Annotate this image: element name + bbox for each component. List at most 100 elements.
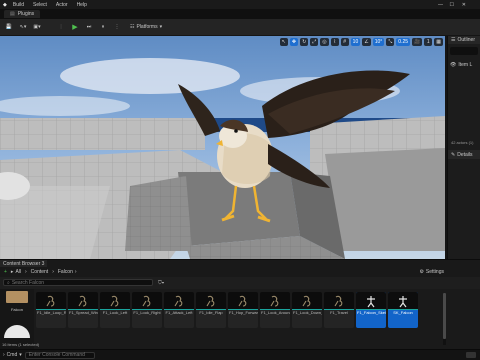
scale-icon[interactable]: ⤢ (310, 38, 319, 46)
details-icon: ✎ (451, 151, 456, 158)
grid-snap-value[interactable]: 10 (350, 38, 361, 46)
platforms-button[interactable]: ☷ Platforms ▾ (130, 22, 162, 32)
play-icon[interactable]: ▶ (70, 22, 80, 32)
select-icon[interactable]: ↖ (279, 38, 288, 46)
move-icon[interactable]: ✥ (289, 38, 299, 46)
pause-icon[interactable]: ⏸ (98, 22, 108, 32)
visibility-icon[interactable]: 👁 (450, 62, 456, 68)
window-minimize-icon[interactable]: — (438, 2, 443, 8)
outliner-icon: ☰ (451, 37, 456, 43)
asset-label: SK_Falcon (393, 310, 413, 315)
layout-icon[interactable]: ▦ (434, 38, 443, 46)
content-add-button[interactable]: ▣▾ (32, 22, 42, 32)
menu-help[interactable]: Help (77, 2, 87, 8)
asset-label: F1_Falcon_Skel (357, 310, 386, 315)
stop-icon[interactable]: ⋮ (112, 22, 122, 32)
content-browser-tab[interactable]: Content Browser 3 (0, 260, 48, 267)
asset-tile[interactable]: F1_Attack_Left (164, 292, 194, 328)
tab-plugins[interactable]: ▤ Plugins (4, 10, 41, 18)
outliner-item-label: Item L (458, 61, 473, 68)
scrollbar-thumb[interactable] (443, 293, 446, 339)
platforms-label: Platforms (136, 24, 158, 30)
outliner-search[interactable] (450, 47, 478, 55)
camera-speed-icon[interactable]: 🎥 (412, 38, 423, 46)
skeleton-thumbnail-icon (356, 292, 386, 309)
animation-thumbnail-icon (324, 292, 354, 309)
animation-thumbnail-icon (196, 292, 226, 309)
window-maximize-icon[interactable]: ☐ (450, 2, 454, 8)
menu-select[interactable]: Select (33, 2, 47, 8)
asset-label: F1_Look_Around_Random (261, 310, 290, 315)
viewport-scene (0, 36, 445, 259)
asset-tile[interactable]: F1_Falcon_Skel (356, 292, 386, 328)
menu-bar: ◆ Build Select Actor Help — ☐ ✕ (0, 0, 480, 9)
tab-label: Plugins (17, 11, 35, 17)
details-tab[interactable]: ✎ Details (448, 150, 480, 159)
asset-tile[interactable]: F1_Travel (324, 292, 354, 328)
animation-thumbnail-icon (100, 292, 130, 309)
animation-thumbnail-icon (260, 292, 290, 309)
vertical-scrollbar[interactable] (443, 293, 446, 345)
asset-tile[interactable]: F1_Idle_Flap (196, 292, 226, 328)
asset-tile[interactable]: F1_Look_Around_Random (260, 292, 290, 328)
breadcrumb-all[interactable]: All (15, 269, 21, 275)
breadcrumb-content[interactable]: Content (31, 269, 49, 275)
world-icon[interactable]: ◎ (320, 38, 329, 46)
menu-actor[interactable]: Actor (56, 2, 68, 8)
main-toolbar: 💾 ⇖▾ ▣▾ | ▶ ⏭ ⏸ ⋮ ☷ Platforms ▾ (0, 19, 480, 35)
search-icon: ⌕ (7, 279, 10, 286)
asset-tile[interactable]: F1_Idle_Loop_Random1 (36, 292, 66, 328)
level-viewport[interactable]: ↖ ✥ ↻ ⤢ ◎ ⌇ # 10 ∠ 10° ⤡ 0.25 🎥 1 ▦ (0, 36, 445, 259)
outliner-header: ☰ Outliner (448, 36, 480, 44)
source-control-icon[interactable] (466, 352, 476, 358)
console-input[interactable]: Enter Console Command (24, 351, 95, 359)
rotate-snap-icon[interactable]: ∠ (362, 38, 371, 46)
rotate-snap-value[interactable]: 10° (372, 38, 385, 46)
asset-tile[interactable]: F1_Look_Down_Random (292, 292, 322, 328)
animation-thumbnail-icon (228, 292, 258, 309)
cmd-dropdown[interactable]: › Cmd ▾ (3, 352, 22, 358)
scale-snap-icon[interactable]: ⤡ (386, 38, 395, 46)
save-icon[interactable]: 💾 (4, 22, 14, 32)
outliner-item[interactable]: 👁 Item L (448, 61, 480, 68)
asset-label: F1_Travel (330, 310, 348, 315)
asset-label: F1_Idle_Flap (199, 310, 223, 315)
platforms-icon: ☷ (130, 24, 135, 30)
animation-thumbnail-icon (68, 292, 98, 309)
asset-grid: F1_Idle_Loop_Random1F1_Spread_Wings_Loop… (36, 292, 420, 328)
asset-tile[interactable]: F1_Look_Right (132, 292, 162, 328)
content-browser-body: Falcon F1_Idle_Loop_Random1F1_Spread_Win… (0, 289, 480, 349)
asset-tile[interactable]: F1_Look_Left (100, 292, 130, 328)
scale-snap-value[interactable]: 0.25 (396, 38, 411, 46)
settings-button[interactable]: ⚙ Settings (419, 269, 444, 275)
sources-panel: Falcon (0, 289, 34, 349)
filter-icon[interactable]: ⛉▾ (158, 280, 164, 286)
rotate-icon[interactable]: ↻ (300, 38, 309, 46)
animation-thumbnail-icon (132, 292, 162, 309)
menu-build[interactable]: Build (13, 2, 24, 8)
asset-tile[interactable]: F1_Hop_Forward (228, 292, 258, 328)
asset-tile[interactable]: F1_Spread_Wings_Loop (68, 292, 98, 328)
ue-logo-icon[interactable]: ◆ (3, 2, 7, 8)
window-close-icon[interactable]: ✕ (462, 2, 466, 8)
sphere-icon (4, 325, 30, 338)
asset-search-input[interactable]: ⌕ Search Falcon (3, 279, 153, 286)
folder-icon: ▸ (10, 269, 14, 275)
asset-label: F1_Hop_Forward (229, 310, 258, 315)
asset-tile[interactable]: SK_Falcon (388, 292, 418, 328)
folder-tile[interactable] (6, 291, 28, 303)
animation-thumbnail-icon (36, 292, 66, 309)
asset-label: F1_Idle_Loop_Random1 (37, 310, 66, 315)
surface-snap-icon[interactable]: ⌇ (330, 38, 339, 46)
play-options-icon[interactable]: ⏭ (84, 22, 94, 32)
cmd-label: Cmd (6, 352, 18, 358)
mode-select-button[interactable]: ⇖▾ (18, 22, 28, 32)
play-mode-separator-icon: | (60, 24, 62, 30)
add-button[interactable]: + (4, 269, 7, 275)
grid-snap-icon[interactable]: # (340, 38, 349, 46)
status-bar: › Cmd ▾ Enter Console Command (0, 349, 480, 360)
details-title: Details (457, 151, 473, 158)
asset-label: F1_Look_Down_Random (293, 310, 322, 315)
camera-speed-value[interactable]: 1 (424, 38, 433, 46)
breadcrumb-falcon[interactable]: Falcon (58, 269, 73, 275)
